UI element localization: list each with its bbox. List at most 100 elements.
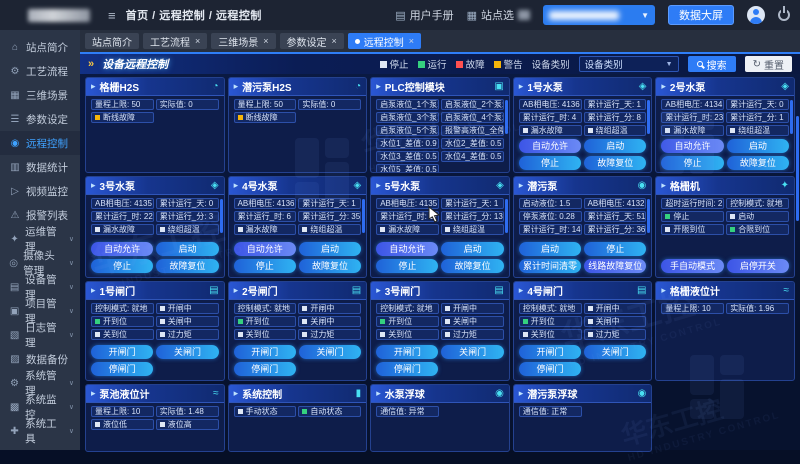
collapse-menu-icon[interactable]: ≡ [108, 8, 116, 23]
启动-button[interactable]: 启动 [584, 139, 646, 153]
main-panel: » 设备远程控制 停止运行故障警告 设备类别 设备类别 ▼ 搜索 ↻ 重置 ▸格… [80, 52, 800, 450]
category-select[interactable]: 设备类别 ▼ [579, 56, 679, 72]
device-card-header: ▸潜污泵H2S◔ [229, 78, 367, 96]
user-manual-link[interactable]: ▤ 用户手册 [395, 7, 453, 23]
自动允许-button[interactable]: 自动允许 [519, 139, 581, 153]
tab-远程控制[interactable]: 远程控制× [348, 33, 421, 49]
停止-button[interactable]: 停止 [519, 156, 581, 170]
field-value: 水位4_差值: 0.5 [441, 151, 504, 162]
book-icon: ▤ [395, 9, 405, 22]
开闸门-button[interactable]: 开闸门 [91, 345, 153, 359]
自动允许-button[interactable]: 自动允许 [661, 139, 723, 153]
停止-button[interactable]: 停止 [234, 259, 296, 273]
tab-站点简介[interactable]: 站点简介 [85, 33, 139, 49]
累计时间清零-button[interactable]: 累计时间清零 [519, 259, 581, 273]
card-scrollbar-thumb[interactable] [647, 199, 650, 233]
device-card-3号水泵: ▸3号水泵◈AB相电压: 4135累计运行_天: 0累计运行_时: 22累计运行… [85, 176, 225, 278]
avatar[interactable] [747, 6, 765, 24]
故障复位-button[interactable]: 故障复位 [156, 259, 218, 273]
启动-button[interactable]: 启动 [441, 242, 503, 256]
sidebar-item-日志管理[interactable]: ▧日志管理∨ [0, 323, 80, 347]
启动-button[interactable]: 启动 [156, 242, 218, 256]
device-card-title: 3号水泵 [100, 178, 136, 193]
tab-close-icon[interactable]: × [263, 36, 268, 46]
停闸门-button[interactable]: 停闸门 [91, 362, 153, 376]
power-icon[interactable] [778, 9, 790, 21]
启动-button[interactable]: 启动 [519, 242, 581, 256]
启动-button[interactable]: 启动 [727, 139, 789, 153]
tab-工艺流程[interactable]: 工艺流程× [143, 33, 207, 49]
关闸门-button[interactable]: 关闸门 [156, 345, 218, 359]
tab-三维场景[interactable]: 三维场景× [211, 33, 275, 49]
status-indicator: 漏水故障 [376, 224, 439, 235]
device-card-header: ▸2号闸门▤ [229, 282, 367, 300]
status-lamp [588, 128, 593, 133]
reset-button[interactable]: ↻ 重置 [745, 56, 792, 72]
sidebar-item-三维场景[interactable]: ▦三维场景 [0, 83, 80, 107]
status-legend: 停止运行故障警告 [380, 57, 523, 71]
sidebar-item-站点简介[interactable]: ⌂站点简介 [0, 35, 80, 59]
sidebar-item-远程控制[interactable]: ◉远程控制 [0, 131, 80, 155]
关闸门-button[interactable]: 关闸门 [584, 345, 646, 359]
device-card-buttons: 启动停止累计时间清零线路故障复位 [514, 239, 652, 277]
关闸门-button[interactable]: 关闸门 [299, 345, 361, 359]
自动允许-button[interactable]: 自动允许 [376, 242, 438, 256]
field-value: 超时运行时间: 2 [661, 198, 724, 209]
开闸门-button[interactable]: 开闸门 [234, 345, 296, 359]
故障复位-button[interactable]: 故障复位 [299, 259, 361, 273]
启停开关-button[interactable]: 启停开关 [727, 259, 789, 273]
card-scrollbar-thumb[interactable] [220, 199, 223, 233]
开闸门-button[interactable]: 开闸门 [376, 345, 438, 359]
device-card-body: 超时运行时间: 2控制模式: 就地停止启动开限到位合限到位 [656, 195, 794, 235]
停止-button[interactable]: 停止 [584, 242, 646, 256]
sidebar-item-label: 视频监控 [26, 184, 68, 199]
status-indicator: 开限到位 [661, 224, 724, 235]
sidebar-item-数据统计[interactable]: ▥数据统计 [0, 155, 80, 179]
card-scrollbar-thumb[interactable] [505, 100, 508, 134]
关闸门-button[interactable]: 关闸门 [441, 345, 503, 359]
停止-button[interactable]: 停止 [91, 259, 153, 273]
sidebar-item-参数设定[interactable]: ☰参数设定 [0, 107, 80, 131]
停闸门-button[interactable]: 停闸门 [234, 362, 296, 376]
arrow-right-icon: ▸ [91, 388, 96, 399]
启动-button[interactable]: 启动 [299, 242, 361, 256]
sidebar-item-视频监控[interactable]: ▷视频监控 [0, 179, 80, 203]
故障复位-button[interactable]: 故障复位 [727, 156, 789, 170]
故障复位-button[interactable]: 故障复位 [441, 259, 503, 273]
status-lamp [380, 319, 385, 324]
tab-label: 站点简介 [92, 34, 132, 49]
category-select-value: 设备类别 [585, 57, 623, 71]
tab-close-icon[interactable]: × [409, 36, 414, 46]
sidebar-item-系统工具[interactable]: ✚系统工具∨ [0, 419, 80, 443]
status-lamp [238, 227, 243, 232]
status-lamp [445, 319, 450, 324]
field-value: 启泵液位_3个泵: 5 [376, 112, 439, 123]
tab-close-icon[interactable]: × [332, 36, 337, 46]
tab-close-icon[interactable]: × [195, 36, 200, 46]
device-card-buttons: 自动允许启动停止故障复位 [86, 239, 224, 277]
card-scrollbar-thumb[interactable] [790, 100, 793, 134]
field-value: 量程上限: 10 [661, 303, 724, 314]
停止-button[interactable]: 停止 [661, 156, 723, 170]
status-label: 手动状态 [246, 406, 278, 417]
自动允许-button[interactable]: 自动允许 [91, 242, 153, 256]
停闸门-button[interactable]: 停闸门 [519, 362, 581, 376]
自动允许-button[interactable]: 自动允许 [234, 242, 296, 256]
sidebar-item-工艺流程[interactable]: ⚙工艺流程 [0, 59, 80, 83]
card-scrollbar-thumb[interactable] [647, 100, 650, 134]
停止-button[interactable]: 停止 [376, 259, 438, 273]
device-card-水泵浮球: ▸水泵浮球◉通信值: 异常 [370, 384, 510, 452]
tab-参数设定[interactable]: 参数设定× [280, 33, 344, 49]
开闸门-button[interactable]: 开闸门 [519, 345, 581, 359]
card-scrollbar-thumb[interactable] [505, 199, 508, 233]
data-screen-button[interactable]: 数据大屏 [668, 5, 734, 25]
search-button[interactable]: 搜索 [688, 56, 736, 72]
card-scrollbar-thumb[interactable] [362, 199, 365, 233]
线路故障复位-button[interactable]: 线路故障复位 [584, 259, 646, 273]
site-select-dropdown[interactable]: ▼ [543, 5, 655, 25]
故障复位-button[interactable]: 故障复位 [584, 156, 646, 170]
scrollbar-thumb[interactable] [796, 116, 799, 221]
status-lamp [380, 227, 385, 232]
停闸门-button[interactable]: 停闸门 [376, 362, 438, 376]
手自动模式-button[interactable]: 手自动模式 [661, 259, 723, 273]
